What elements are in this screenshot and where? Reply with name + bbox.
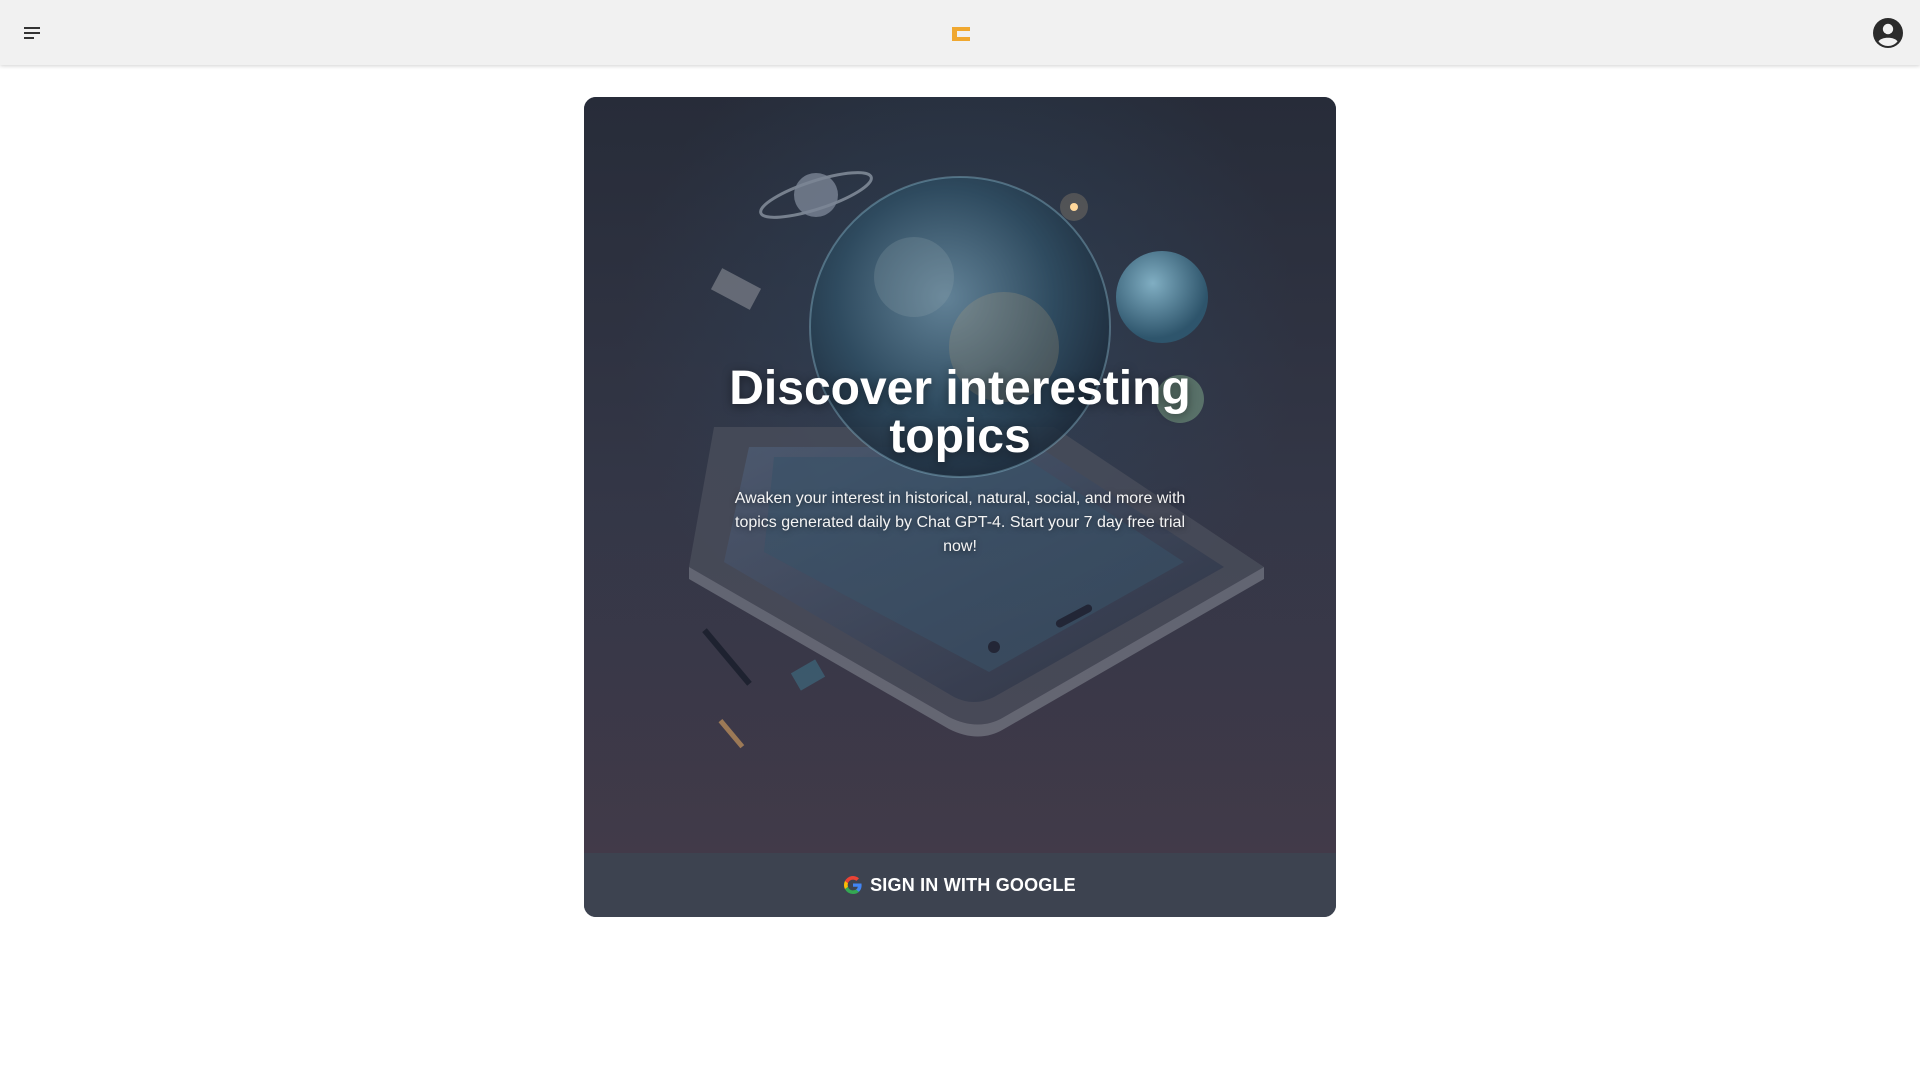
menu-button[interactable]	[14, 18, 50, 48]
hero-illustration	[584, 97, 1336, 853]
hero-title: Discover interesting topics	[729, 362, 1191, 463]
account-circle-icon[interactable]	[1870, 15, 1906, 51]
menu-icon	[24, 27, 40, 39]
signin-card: Discover interesting topics Awaken your …	[584, 97, 1336, 917]
hero-banner: Discover interesting topics Awaken your …	[584, 97, 1336, 853]
google-icon	[844, 876, 862, 894]
sign-in-label: SIGN IN WITH GOOGLE	[870, 874, 1076, 895]
hero-description: Awaken your interest in historical, natu…	[734, 490, 1186, 555]
top-app-bar	[0, 0, 1920, 65]
sign-in-with-google-button[interactable]: SIGN IN WITH GOOGLE	[584, 853, 1336, 917]
brand-logo-icon[interactable]	[949, 24, 973, 44]
